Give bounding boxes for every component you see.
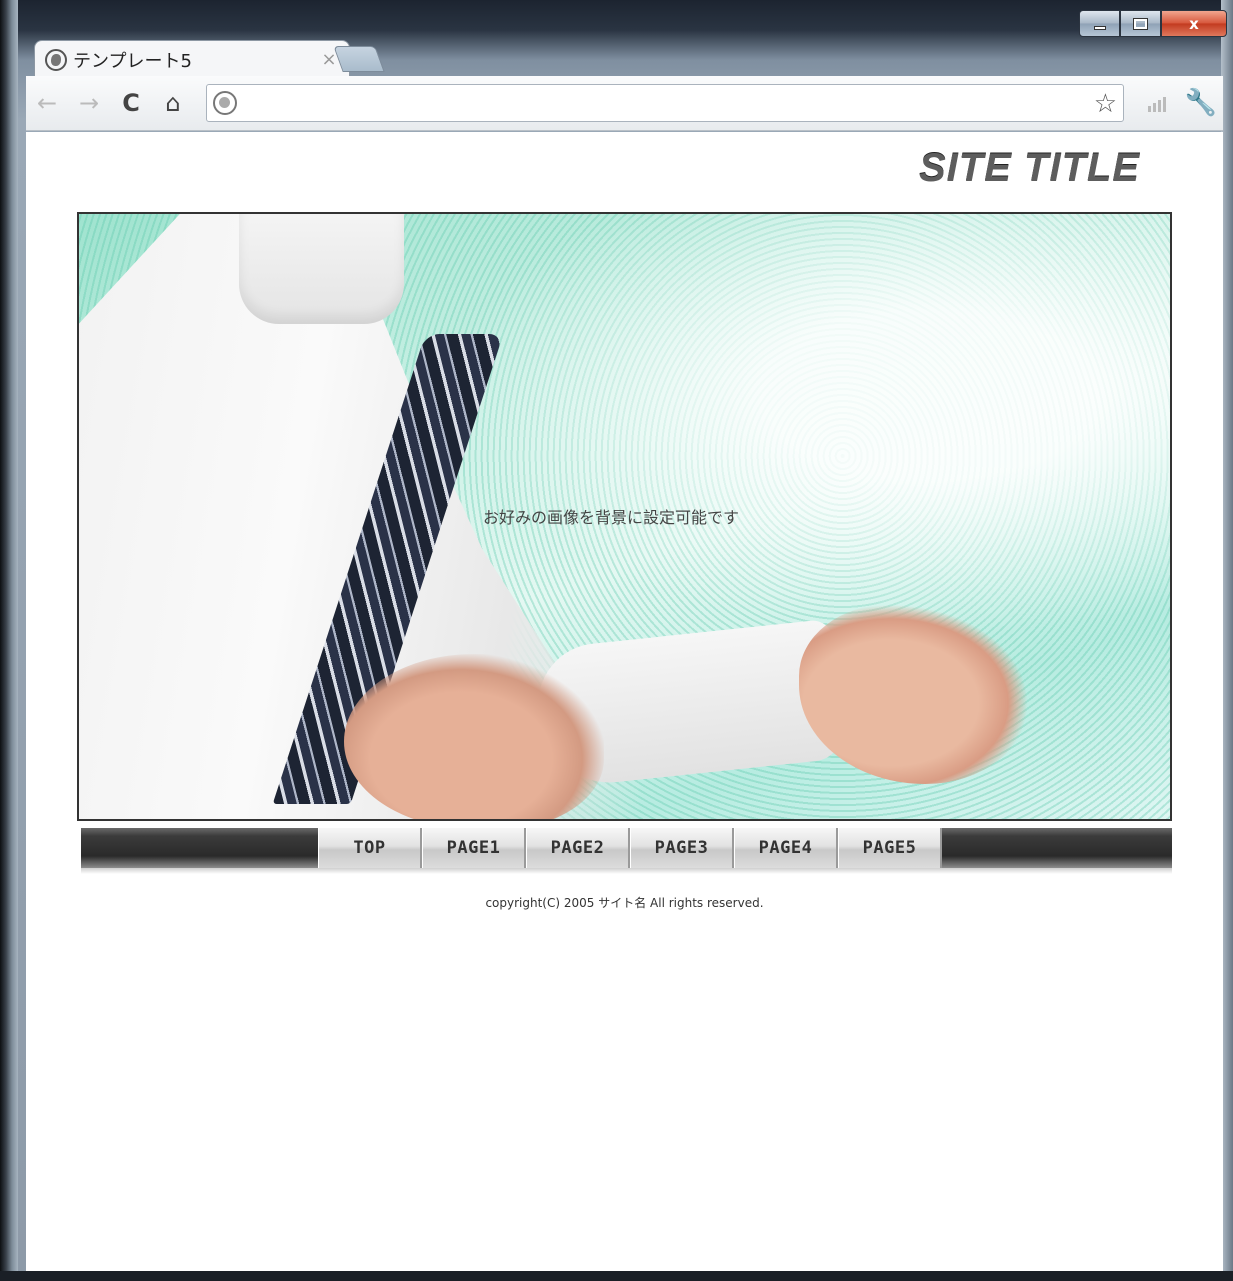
reload-icon[interactable]: C <box>110 82 152 124</box>
new-tab-button[interactable] <box>333 46 385 72</box>
signal-bars-icon[interactable] <box>1135 82 1179 124</box>
maximize-icon <box>1133 17 1148 30</box>
tab-template5[interactable]: テンプレート5 × <box>34 40 350 78</box>
nav-item-page4[interactable]: PAGE4 <box>734 828 838 868</box>
window-bottom-border <box>0 1271 1233 1281</box>
nav-item-page2[interactable]: PAGE2 <box>526 828 630 868</box>
hero-right-hand-shape <box>799 604 1029 784</box>
nav-item-page5[interactable]: PAGE5 <box>838 828 942 868</box>
toolbar-right: 🔧 <box>1135 82 1223 124</box>
hero-image: お好みの画像を背景に設定可能です <box>77 212 1172 821</box>
nav-item-page1[interactable]: PAGE1 <box>422 828 526 868</box>
nav-item-top[interactable]: TOP <box>318 828 422 868</box>
address-bar: ☆ <box>206 84 1124 122</box>
browser-toolbar: ← → C ⌂ ☆ 🔧 <box>26 76 1223 131</box>
close-icon: x <box>1189 14 1199 33</box>
forward-icon[interactable]: → <box>68 82 110 124</box>
hero-caption: お好みの画像を背景に設定可能です <box>483 508 740 527</box>
copyright-text: copyright(C) 2005 サイト名 All rights reserv… <box>485 896 764 910</box>
hero-left-hand-shape <box>344 654 604 819</box>
tab-title: テンプレート5 <box>73 50 192 72</box>
globe-icon <box>45 48 67 71</box>
site-title: SITE TITLE <box>919 146 1141 190</box>
window-left-border <box>0 0 18 1281</box>
bookmark-star-icon[interactable]: ☆ <box>1094 89 1117 119</box>
home-icon[interactable]: ⌂ <box>152 82 194 124</box>
tab-strip: テンプレート5 × <box>18 32 1221 78</box>
nav-reflection <box>81 868 1172 874</box>
page-viewport: SITE TITLE お好みの画像を背景に設定可能です TOP PAGE1 PA… <box>26 132 1223 1271</box>
address-input[interactable] <box>245 88 1123 118</box>
nav-items: TOP PAGE1 PAGE2 PAGE3 PAGE4 PAGE5 <box>318 828 942 868</box>
main-nav: TOP PAGE1 PAGE2 PAGE3 PAGE4 PAGE5 <box>81 828 1172 868</box>
back-icon[interactable]: ← <box>26 82 68 124</box>
page-globe-icon <box>213 91 237 115</box>
wrench-icon[interactable]: 🔧 <box>1179 82 1223 124</box>
nav-item-page3[interactable]: PAGE3 <box>630 828 734 868</box>
hero-collar-shape <box>239 214 404 324</box>
minimize-icon <box>1093 25 1106 30</box>
browser-window: x テンプレート5 × ← → C ⌂ ☆ 🔧 SITE TITLE お好みの画… <box>0 0 1233 1281</box>
